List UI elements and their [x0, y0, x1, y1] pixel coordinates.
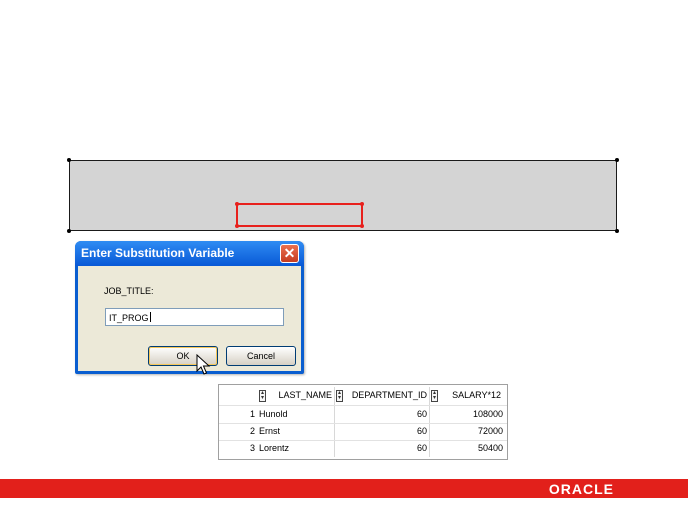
cell-salary: 50400: [477, 443, 503, 453]
job-title-value: IT_PROG: [109, 313, 149, 323]
grid-header-row: ▴ ▾ LAST_NAME ▴ ▾ DEPARTMENT_ID ▴ ▾ SALARY*…: [219, 387, 507, 406]
table-row[interactable]: 3 Lorentz 60 50400: [219, 440, 507, 457]
text-caret: [149, 312, 151, 322]
job-title-label: JOB_TITLE:: [104, 286, 154, 296]
panel-corner-dot: [615, 229, 619, 233]
substitution-variable-dialog: Enter Substitution Variable ✕ JOB_TITLE:…: [75, 241, 304, 374]
panel-corner-dot: [67, 158, 71, 162]
highlight-corner-dot: [235, 224, 239, 228]
cell-department-id: 60: [416, 443, 427, 453]
oracle-footer-bar: ORACLE: [0, 479, 688, 498]
sort-icon[interactable]: ▴ ▾: [431, 390, 438, 402]
dialog-body: JOB_TITLE: IT_PROG OK Cancel: [78, 266, 301, 371]
panel-corner-dot: [67, 229, 71, 233]
highlight-corner-dot: [235, 202, 239, 206]
dialog-titlebar[interactable]: Enter Substitution Variable ✕: [75, 241, 304, 266]
oracle-logo: ORACLE: [548, 481, 614, 497]
close-icon: ✕: [283, 245, 296, 261]
mouse-pointer-icon: [196, 354, 211, 375]
cell-last-name: Ernst: [259, 426, 281, 436]
row-number: 2: [249, 426, 255, 436]
column-header-salary[interactable]: SALARY*12: [440, 387, 503, 406]
row-number: 1: [249, 409, 255, 419]
cell-salary: 108000: [472, 409, 503, 419]
column-header-department-id[interactable]: DEPARTMENT_ID: [345, 387, 429, 406]
table-row[interactable]: 2 Ernst 60 72000: [219, 423, 507, 440]
cell-last-name: Lorentz: [259, 443, 290, 453]
sort-icon[interactable]: ▴ ▾: [259, 390, 266, 402]
close-button[interactable]: ✕: [280, 244, 299, 263]
cell-department-id: 60: [416, 426, 427, 436]
job-title-input[interactable]: IT_PROG: [105, 308, 284, 326]
table-row[interactable]: 1 Hunold 60 108000: [219, 406, 507, 423]
cell-department-id: 60: [416, 409, 427, 419]
sort-icon[interactable]: ▴ ▾: [336, 390, 343, 402]
dialog-title: Enter Substitution Variable: [81, 246, 235, 260]
cancel-button[interactable]: Cancel: [226, 346, 296, 366]
cell-salary: 72000: [477, 426, 503, 436]
row-number: 3: [249, 443, 255, 453]
highlight-corner-dot: [360, 202, 364, 206]
query-results-grid: ▴ ▾ LAST_NAME ▴ ▾ DEPARTMENT_ID ▴ ▾ SALARY*…: [218, 384, 508, 460]
column-header-last-name[interactable]: LAST_NAME: [276, 387, 332, 406]
cell-last-name: Hunold: [259, 409, 288, 419]
panel-corner-dot: [615, 158, 619, 162]
highlight-corner-dot: [360, 224, 364, 228]
substitution-highlight-box: [235, 202, 364, 228]
